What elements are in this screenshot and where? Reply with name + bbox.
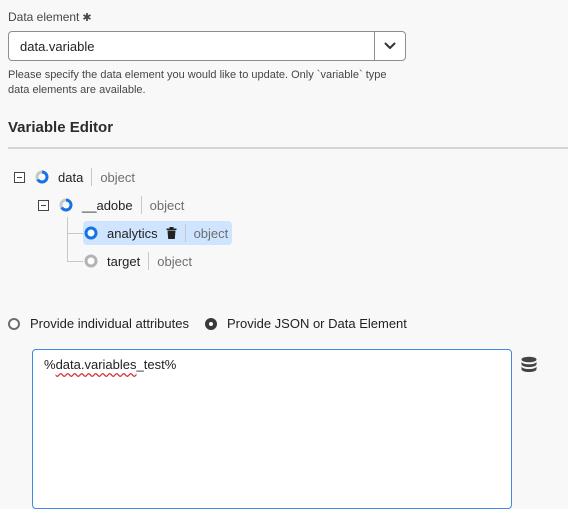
mode-radio-group: Provide individual attributes Provide JS… bbox=[8, 316, 423, 331]
collapse-icon[interactable] bbox=[14, 171, 25, 183]
tree-node-type: object bbox=[193, 225, 229, 241]
database-icon bbox=[521, 356, 537, 372]
data-element-label: Data element ✱ bbox=[8, 10, 92, 24]
variable-editor-title: Variable Editor bbox=[8, 119, 114, 136]
data-element-dropdown-button[interactable] bbox=[374, 32, 405, 60]
tree-connector bbox=[67, 261, 83, 262]
tree-node-adobe[interactable]: __adobe object bbox=[38, 193, 184, 217]
separator bbox=[91, 168, 93, 186]
tree-node-type: object bbox=[157, 253, 192, 269]
tree-node-target[interactable]: target object bbox=[84, 249, 192, 273]
separator bbox=[184, 224, 186, 242]
empty-ring-icon bbox=[84, 254, 98, 268]
separator bbox=[148, 252, 150, 270]
radio-json-or-data-element[interactable] bbox=[204, 317, 217, 330]
partial-ring-icon bbox=[35, 170, 49, 184]
tree-node-name: data bbox=[58, 169, 84, 185]
required-mark: ✱ bbox=[82, 12, 92, 24]
json-input[interactable]: %data.variables_test% bbox=[32, 349, 512, 509]
filled-ring-icon bbox=[84, 226, 98, 240]
separator bbox=[140, 196, 142, 214]
tree-connector bbox=[67, 217, 68, 262]
radio-label[interactable]: Provide individual attributes bbox=[30, 316, 189, 331]
radio-label[interactable]: Provide JSON or Data Element bbox=[227, 316, 407, 331]
chevron-down-icon bbox=[384, 42, 396, 49]
tree-node-name: analytics bbox=[107, 225, 158, 241]
tree-node-data[interactable]: data object bbox=[14, 165, 135, 189]
tree-node-type: object bbox=[100, 169, 136, 185]
data-element-label-text: Data element bbox=[8, 10, 80, 24]
json-value-suffix: _test% bbox=[136, 357, 177, 372]
partial-ring-icon bbox=[59, 198, 73, 212]
tree-connector bbox=[67, 233, 83, 234]
trash-icon[interactable] bbox=[166, 227, 177, 239]
json-input-value: %data.variables_test% bbox=[44, 357, 176, 372]
tree-node-analytics[interactable]: analytics object bbox=[83, 221, 233, 245]
section-divider bbox=[8, 147, 568, 149]
tree-node-type: object bbox=[149, 197, 185, 213]
collapse-icon[interactable] bbox=[38, 199, 49, 211]
json-value-prefix: % bbox=[44, 357, 56, 372]
data-element-value: data.variable bbox=[20, 39, 95, 54]
json-value-misspelled: data.variables bbox=[55, 357, 137, 372]
data-element-picker-button[interactable] bbox=[520, 356, 538, 379]
tree-node-name: __adobe bbox=[82, 197, 133, 213]
data-element-help-text: Please specify the data element you woul… bbox=[8, 69, 387, 96]
data-element-picker[interactable]: data.variable bbox=[8, 31, 406, 61]
tree-node-name: target bbox=[107, 253, 141, 269]
radio-individual-attributes[interactable] bbox=[8, 317, 20, 330]
